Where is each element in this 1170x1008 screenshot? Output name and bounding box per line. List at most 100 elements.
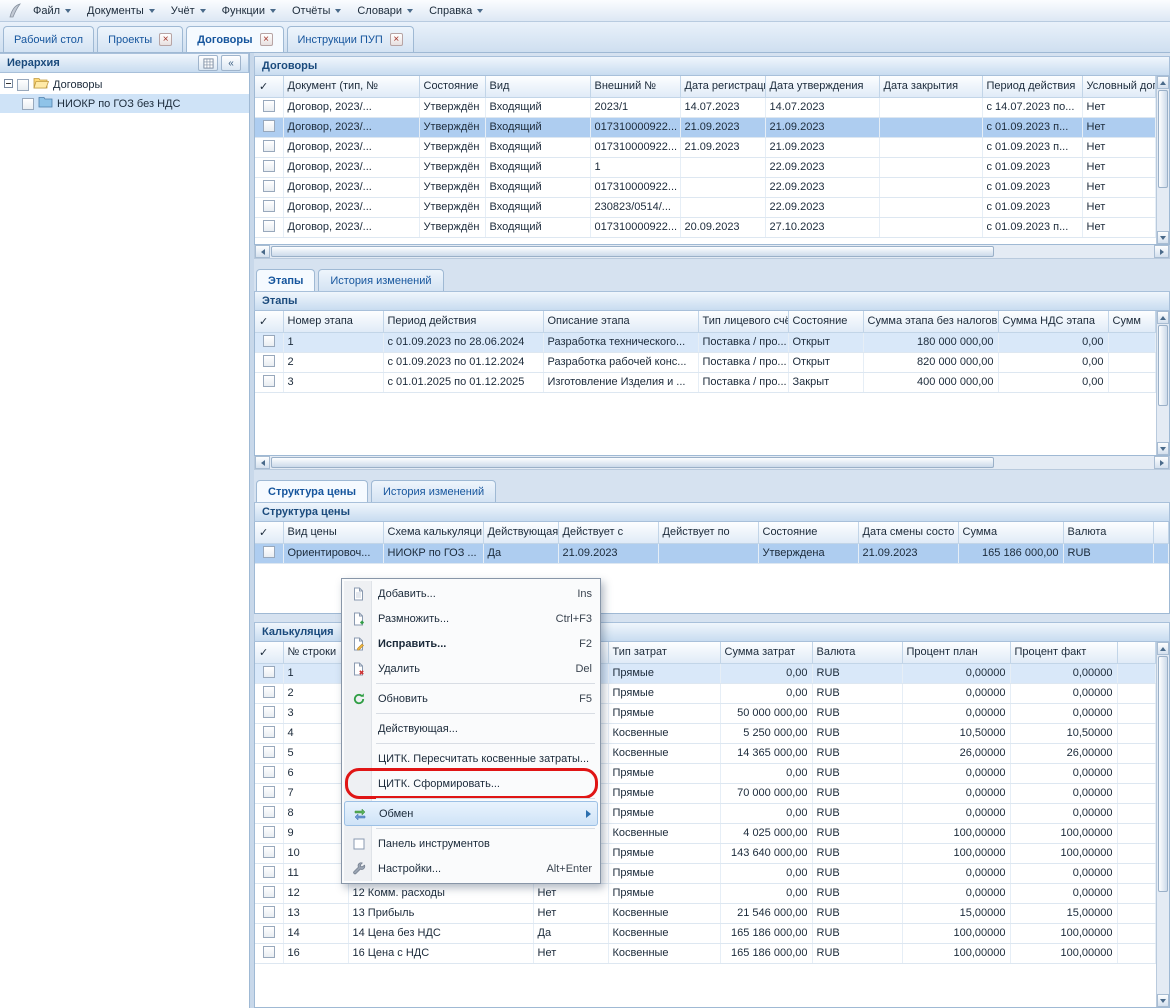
- scrollbar-thumb[interactable]: [271, 457, 994, 468]
- table-row[interactable]: Ориентировоч...НИОКР по ГОЗ ...Да21.09.2…: [255, 543, 1169, 563]
- scroll-up-icon[interactable]: [1157, 76, 1169, 89]
- row-checkbox[interactable]: [263, 846, 275, 858]
- column-header[interactable]: Период действия: [982, 76, 1082, 97]
- column-header[interactable]: Вид: [485, 76, 590, 97]
- scroll-down-icon[interactable]: [1157, 994, 1169, 1007]
- tree-node-checkbox[interactable]: [22, 98, 34, 110]
- row-checkbox[interactable]: [263, 200, 275, 212]
- column-header[interactable]: [1153, 522, 1169, 543]
- scroll-down-icon[interactable]: [1157, 442, 1169, 455]
- table-row[interactable]: Договор, 2023/...УтверждёнВходящий2023/1…: [255, 97, 1156, 117]
- column-header[interactable]: Период действия: [383, 311, 543, 332]
- context-menu-item-toolbar[interactable]: Панель инструментов: [344, 831, 598, 856]
- row-checkbox[interactable]: [263, 120, 275, 132]
- column-header[interactable]: Сумма этапа без налогов: [863, 311, 998, 332]
- contracts-vertical-scrollbar[interactable]: [1156, 76, 1169, 244]
- collapse-panel-icon[interactable]: «: [221, 55, 241, 71]
- column-header[interactable]: ✓: [255, 522, 283, 543]
- column-header[interactable]: Документ (тип, №: [283, 76, 419, 97]
- stages-horizontal-scrollbar[interactable]: [254, 456, 1170, 470]
- scroll-down-icon[interactable]: [1157, 231, 1169, 244]
- column-header[interactable]: Условный догово: [1082, 76, 1156, 97]
- table-row[interactable]: 1313 ПрибыльНетКосвенные21 546 000,00RUB…: [255, 903, 1156, 923]
- table-row[interactable]: 3с 01.01.2025 по 01.12.2025Изготовление …: [255, 372, 1156, 392]
- row-checkbox[interactable]: [263, 666, 275, 678]
- row-checkbox[interactable]: [263, 355, 275, 367]
- row-checkbox[interactable]: [263, 140, 275, 152]
- scrollbar-thumb[interactable]: [1158, 325, 1168, 406]
- row-checkbox[interactable]: [263, 886, 275, 898]
- tab-instructions-pup[interactable]: Инструкции ПУП×: [287, 26, 414, 52]
- row-checkbox[interactable]: [263, 746, 275, 758]
- row-checkbox[interactable]: [263, 160, 275, 172]
- column-header[interactable]: Дата регистрации: [680, 76, 765, 97]
- column-header[interactable]: Действует по: [658, 522, 758, 543]
- column-header[interactable]: Состояние: [788, 311, 863, 332]
- context-menu-item-citk-recalc[interactable]: ЦИТК. Пересчитать косвенные затраты...: [344, 746, 598, 771]
- close-icon[interactable]: ×: [390, 33, 403, 46]
- row-checkbox[interactable]: [263, 706, 275, 718]
- row-checkbox[interactable]: [263, 546, 275, 558]
- menu-accounting[interactable]: Учёт: [163, 2, 214, 20]
- column-header[interactable]: Номер этапа: [283, 311, 383, 332]
- row-checkbox[interactable]: [263, 726, 275, 738]
- column-header[interactable]: Процент факт: [1010, 642, 1117, 663]
- contracts-horizontal-scrollbar[interactable]: [254, 245, 1170, 259]
- column-header[interactable]: Описание этапа: [543, 311, 698, 332]
- context-menu-item-add[interactable]: Добавить... Ins: [344, 581, 598, 606]
- table-row[interactable]: Договор, 2023/...УтверждёнВходящий017310…: [255, 117, 1156, 137]
- column-header[interactable]: Сумма: [958, 522, 1063, 543]
- tab-contracts[interactable]: Договоры×: [186, 26, 283, 52]
- column-header[interactable]: Действует с: [558, 522, 658, 543]
- menu-reports[interactable]: Отчёты: [284, 2, 349, 20]
- hierarchy-grid-icon[interactable]: [198, 55, 218, 71]
- tab-stages-history[interactable]: История изменений: [318, 269, 443, 291]
- row-checkbox[interactable]: [263, 335, 275, 347]
- table-row[interactable]: Договор, 2023/...УтверждёнВходящий017310…: [255, 137, 1156, 157]
- column-header[interactable]: Дата утверждения: [765, 76, 879, 97]
- table-row[interactable]: 1212 Комм. расходыНетПрямые0,00RUB0,0000…: [255, 883, 1156, 903]
- stages-vertical-scrollbar[interactable]: [1156, 311, 1169, 455]
- tab-price-history[interactable]: История изменений: [371, 480, 496, 502]
- column-header[interactable]: Дата смены состо: [858, 522, 958, 543]
- row-checkbox[interactable]: [263, 375, 275, 387]
- row-checkbox[interactable]: [263, 866, 275, 878]
- row-checkbox[interactable]: [263, 766, 275, 778]
- row-checkbox[interactable]: [263, 926, 275, 938]
- column-header[interactable]: Тип лицевого счёт: [698, 311, 788, 332]
- row-checkbox[interactable]: [263, 946, 275, 958]
- scrollbar-thumb[interactable]: [271, 246, 994, 257]
- menu-documents[interactable]: Документы: [79, 2, 163, 20]
- context-menu-item-exchange[interactable]: Обмен: [344, 801, 598, 826]
- menu-dictionaries[interactable]: Словари: [349, 2, 421, 20]
- column-header[interactable]: № строки: [283, 642, 348, 663]
- tree-node-checkbox[interactable]: [17, 79, 29, 91]
- row-checkbox[interactable]: [263, 806, 275, 818]
- column-header[interactable]: Дата закрытия: [879, 76, 982, 97]
- tree-expander-icon[interactable]: [4, 79, 13, 91]
- column-header[interactable]: Схема калькуляци: [383, 522, 483, 543]
- context-menu-item-edit[interactable]: Исправить... F2: [344, 631, 598, 656]
- row-checkbox[interactable]: [263, 826, 275, 838]
- row-checkbox[interactable]: [263, 100, 275, 112]
- table-row[interactable]: 1с 01.09.2023 по 28.06.2024Разработка те…: [255, 332, 1156, 352]
- table-row[interactable]: Договор, 2023/...УтверждёнВходящий230823…: [255, 197, 1156, 217]
- column-header[interactable]: [1117, 642, 1156, 663]
- calculation-vertical-scrollbar[interactable]: [1156, 642, 1169, 1007]
- column-header[interactable]: Действующая: [483, 522, 558, 543]
- column-header[interactable]: Сумм: [1108, 311, 1156, 332]
- column-header[interactable]: Валюта: [1063, 522, 1153, 543]
- table-row[interactable]: Договор, 2023/...УтверждёнВходящий122.09…: [255, 157, 1156, 177]
- context-menu-item-current[interactable]: Действующая...: [344, 716, 598, 741]
- context-menu-item-settings[interactable]: Настройки... Alt+Enter: [344, 856, 598, 881]
- menu-help[interactable]: Справка: [421, 2, 491, 20]
- menu-file[interactable]: Файл: [25, 2, 79, 20]
- scrollbar-thumb[interactable]: [1158, 656, 1168, 892]
- column-header[interactable]: Вид цены: [283, 522, 383, 543]
- scroll-right-icon[interactable]: [1154, 245, 1169, 258]
- column-header[interactable]: Сумма затрат: [720, 642, 812, 663]
- tab-stages[interactable]: Этапы: [256, 269, 315, 291]
- context-menu-item-delete[interactable]: Удалить Del: [344, 656, 598, 681]
- context-menu-item-duplicate[interactable]: Размножить... Ctrl+F3: [344, 606, 598, 631]
- context-menu-item-citk-generate[interactable]: ЦИТК. Сформировать...: [344, 771, 598, 796]
